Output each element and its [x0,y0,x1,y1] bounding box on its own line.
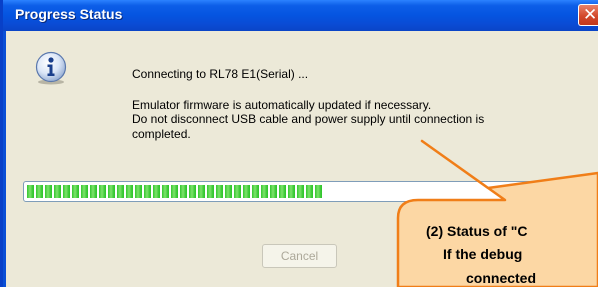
callout-balloon [396,139,598,287]
callout-text-line1: (2) Status of "C [426,223,528,239]
callout-text-line3: connected [466,270,537,286]
callout-text-line2: If the debug [443,246,523,262]
